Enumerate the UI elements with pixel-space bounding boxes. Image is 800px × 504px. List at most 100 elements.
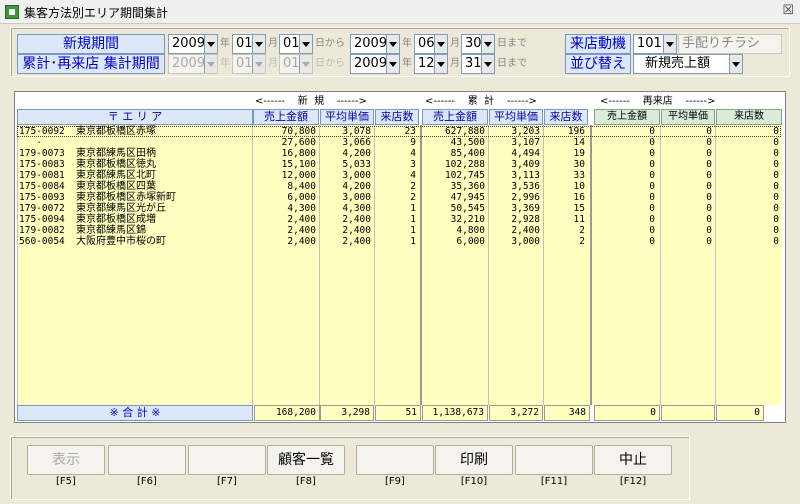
- row-cell[interactable]: 14: [544, 137, 588, 148]
- row-cell[interactable]: 70,800: [253, 126, 319, 137]
- row-cell[interactable]: 10: [544, 181, 588, 192]
- row-cell[interactable]: 0: [661, 126, 715, 137]
- row-cell[interactable]: 1: [375, 225, 419, 236]
- row-cell[interactable]: 0: [592, 137, 658, 148]
- row-cell[interactable]: 102,288: [422, 159, 488, 170]
- row-cell[interactable]: 30: [544, 159, 588, 170]
- row-cell[interactable]: 0: [592, 181, 658, 192]
- row-cell[interactable]: 0: [716, 159, 782, 170]
- row-cell[interactable]: 0: [661, 192, 715, 203]
- row-cell[interactable]: 15: [544, 203, 588, 214]
- row-cell[interactable]: 5,033: [320, 159, 374, 170]
- row-cell[interactable]: 2,400: [320, 236, 374, 247]
- sort-select[interactable]: 新規売上額: [633, 54, 743, 74]
- row-area[interactable]: 東京都練馬区光が丘: [76, 203, 166, 214]
- row-area[interactable]: 東京都練馬区北町: [76, 170, 156, 181]
- new-from-month-select[interactable]: 01: [232, 34, 266, 54]
- row-cell[interactable]: 3,000: [489, 236, 543, 247]
- row-zip[interactable]: 179-0073: [19, 148, 65, 159]
- row-cell[interactable]: 35,360: [422, 181, 488, 192]
- row-cell[interactable]: 0: [661, 159, 715, 170]
- row-cell[interactable]: 0: [592, 159, 658, 170]
- function-key-f8-button[interactable]: 顧客一覧: [267, 445, 345, 475]
- row-cell[interactable]: 4,200: [320, 181, 374, 192]
- row-cell[interactable]: 0: [661, 236, 715, 247]
- new-to-day-select[interactable]: 30: [461, 34, 495, 54]
- row-cell[interactable]: 16,800: [253, 148, 319, 159]
- row-cell[interactable]: 2: [544, 225, 588, 236]
- row-cell[interactable]: 1: [375, 236, 419, 247]
- row-cell[interactable]: 0: [716, 170, 782, 181]
- row-zip[interactable]: 179-0081: [19, 170, 65, 181]
- row-cell[interactable]: 1: [375, 203, 419, 214]
- row-cell[interactable]: 50,545: [422, 203, 488, 214]
- row-cell[interactable]: 9: [375, 137, 419, 148]
- row-cell[interactable]: 3,000: [320, 170, 374, 181]
- close-icon[interactable]: ☒: [782, 3, 794, 18]
- row-cell[interactable]: 0: [661, 148, 715, 159]
- row-cell[interactable]: 4,494: [489, 148, 543, 159]
- row-cell[interactable]: 3,078: [320, 126, 374, 137]
- row-cell[interactable]: 0: [592, 214, 658, 225]
- row-cell[interactable]: 2: [544, 236, 588, 247]
- row-area[interactable]: 大阪府豊中市桜の町: [76, 236, 166, 247]
- row-cell[interactable]: 0: [716, 214, 782, 225]
- row-cell[interactable]: 3,369: [489, 203, 543, 214]
- row-area[interactable]: 東京都練馬区田柄: [76, 148, 156, 159]
- row-zip[interactable]: 560-0054: [19, 236, 65, 247]
- row-cell[interactable]: 43,500: [422, 137, 488, 148]
- row-cell[interactable]: 0: [661, 170, 715, 181]
- row-cell[interactable]: 3,000: [320, 192, 374, 203]
- row-cell[interactable]: 85,400: [422, 148, 488, 159]
- function-key-f12-button[interactable]: 中止: [594, 445, 672, 475]
- row-cell[interactable]: 0: [716, 181, 782, 192]
- row-area[interactable]: 東京都板橋区赤塚: [76, 126, 156, 137]
- row-cell[interactable]: 3,066: [320, 137, 374, 148]
- row-cell[interactable]: 2,400: [253, 236, 319, 247]
- row-cell[interactable]: 33: [544, 170, 588, 181]
- row-cell[interactable]: 47,945: [422, 192, 488, 203]
- cum-to-day-select[interactable]: 31: [461, 54, 495, 74]
- row-cell[interactable]: 0: [661, 137, 715, 148]
- row-zip[interactable]: 175-0083: [19, 159, 65, 170]
- row-cell[interactable]: 6,000: [422, 236, 488, 247]
- row-cell[interactable]: 27,600: [253, 137, 319, 148]
- row-cell[interactable]: 2,400: [320, 214, 374, 225]
- row-cell[interactable]: 0: [592, 203, 658, 214]
- row-cell[interactable]: 4,200: [320, 148, 374, 159]
- row-zip[interactable]: 175-0094: [19, 214, 65, 225]
- row-cell[interactable]: 102,745: [422, 170, 488, 181]
- row-cell[interactable]: 11: [544, 214, 588, 225]
- row-cell[interactable]: 4: [375, 170, 419, 181]
- row-cell[interactable]: 2: [375, 192, 419, 203]
- row-cell[interactable]: 6,000: [253, 192, 319, 203]
- row-cell[interactable]: 0: [716, 236, 782, 247]
- row-cell[interactable]: 3,536: [489, 181, 543, 192]
- row-cell[interactable]: 19: [544, 148, 588, 159]
- row-cell[interactable]: 3,203: [489, 126, 543, 137]
- row-cell[interactable]: 0: [661, 225, 715, 236]
- row-cell[interactable]: 4,300: [320, 203, 374, 214]
- cum-to-month-select[interactable]: 12: [414, 54, 448, 74]
- row-cell[interactable]: 0: [592, 236, 658, 247]
- row-cell[interactable]: 1: [375, 214, 419, 225]
- row-zip[interactable]: 179-0082: [19, 225, 65, 236]
- row-area[interactable]: 東京都練馬区錦: [76, 225, 146, 236]
- row-zip[interactable]: 179-0072: [19, 203, 65, 214]
- row-cell[interactable]: 3,113: [489, 170, 543, 181]
- row-area[interactable]: 東京都板橋区成増: [76, 214, 156, 225]
- row-cell[interactable]: 23: [375, 126, 419, 137]
- new-to-month-select[interactable]: 06: [414, 34, 448, 54]
- row-cell[interactable]: 0: [661, 181, 715, 192]
- row-area[interactable]: 東京都板橋区赤塚新町: [76, 192, 176, 203]
- row-area[interactable]: 東京都板橋区四葉: [76, 181, 156, 192]
- row-cell[interactable]: 0: [661, 203, 715, 214]
- row-cell[interactable]: 0: [592, 192, 658, 203]
- row-cell[interactable]: 0: [716, 225, 782, 236]
- row-cell[interactable]: 2,928: [489, 214, 543, 225]
- row-cell[interactable]: 12,000: [253, 170, 319, 181]
- row-cell[interactable]: 4,300: [253, 203, 319, 214]
- row-cell[interactable]: 4: [375, 148, 419, 159]
- row-cell[interactable]: 0: [716, 126, 782, 137]
- row-cell[interactable]: 2,400: [253, 225, 319, 236]
